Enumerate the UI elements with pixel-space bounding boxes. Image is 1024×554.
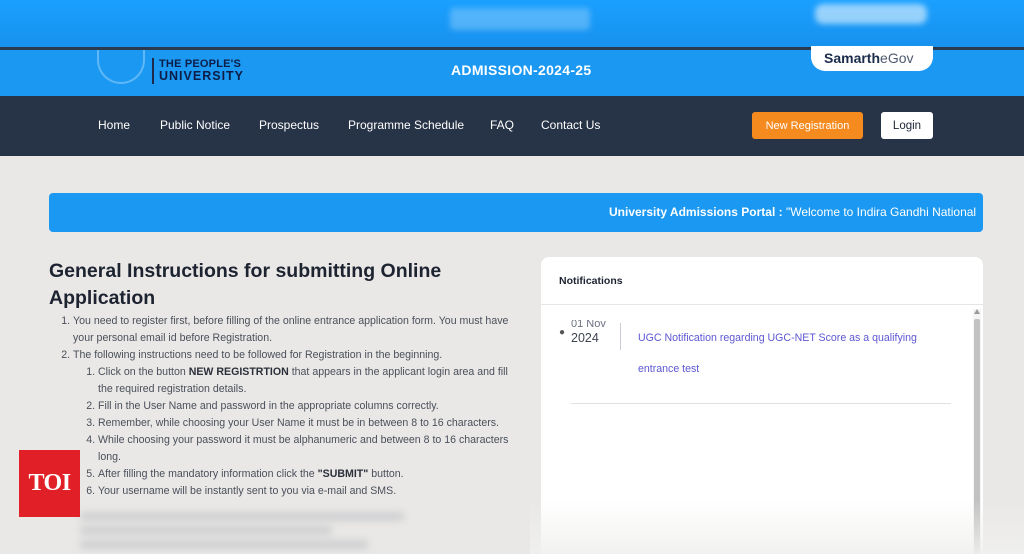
samarth-logo-text: SamartheGov (824, 50, 914, 66)
notifications-heading: Notifications (559, 275, 623, 287)
nav-item-contact-us[interactable]: Contact Us (541, 118, 600, 132)
logo-line2: UNIVERSITY (159, 69, 245, 83)
marquee-message: "Welcome to Indira Gandhi National (785, 205, 977, 219)
university-logo-text[interactable]: THE PEOPLE'S UNIVERSITY (159, 58, 244, 82)
nav-item-faq[interactable]: FAQ (490, 118, 514, 132)
nav-item-home[interactable]: Home (98, 118, 130, 132)
nav-item-programme-schedule[interactable]: Programme Schedule (348, 118, 464, 132)
notification-date-year: 2024 (571, 331, 599, 345)
samarth-suffix: eGov (880, 50, 914, 66)
instruction-subitem: Click on the button NEW REGISTRTION that… (98, 364, 520, 398)
samarth-brand: Samarth (824, 50, 881, 66)
toi-watermark-logo: TOI (19, 450, 80, 517)
subitem-text: Click on the button (98, 366, 189, 378)
scroll-up-arrow-icon[interactable] (974, 309, 980, 314)
notification-separator (571, 403, 951, 404)
notification-date-day: 01 Nov (571, 320, 606, 330)
instruction-subitem: Fill in the User Name and password in th… (98, 398, 520, 415)
instruction-item: The following instructions need to be fo… (73, 347, 520, 500)
admission-title: ADMISSION-2024-25 (451, 62, 592, 78)
notifications-divider (541, 304, 983, 305)
instruction-subitem: Your username will be instantly sent to … (98, 483, 520, 500)
instruction-item-text: The following instructions need to be fo… (73, 349, 443, 361)
samarth-egov-logo[interactable]: SamartheGov (811, 46, 933, 71)
main-navigation: Home Public Notice Prospectus Programme … (0, 96, 1024, 156)
blurred-content (80, 506, 440, 554)
login-button[interactable]: Login (881, 112, 933, 139)
instructions-list: You need to register first, before filli… (60, 313, 520, 500)
notification-date: 01 Nov 2024 (571, 320, 621, 346)
nav-item-public-notice[interactable]: Public Notice (160, 118, 230, 132)
subitem-text: button. (368, 468, 404, 480)
subitem-bold: NEW REGISTRTION (188, 366, 289, 378)
instruction-subitem: After filling the mandatory information … (98, 466, 520, 483)
instruction-subitem: While choosing your password it must be … (98, 432, 520, 466)
subitem-text: After filling the mandatory information … (98, 468, 318, 480)
bullet-icon: ● (559, 327, 566, 338)
blurred-element (450, 8, 590, 30)
instruction-item: You need to register first, before filli… (73, 313, 520, 347)
new-registration-button[interactable]: New Registration (752, 112, 863, 139)
bottom-fade-overlay (530, 500, 1024, 554)
instruction-subitem: Remember, while choosing your User Name … (98, 415, 520, 432)
marquee-prefix: University Admissions Portal : (609, 205, 783, 219)
instructions-title: General Instructions for submitting Onli… (49, 260, 442, 309)
notification-link[interactable]: UGC Notification regarding UGC-NET Score… (638, 323, 938, 385)
nav-item-prospectus[interactable]: Prospectus (259, 118, 319, 132)
marquee-text: University Admissions Portal : "Welcome … (609, 205, 976, 219)
announcement-marquee: University Admissions Portal : "Welcome … (49, 193, 983, 232)
logo-divider (152, 58, 154, 84)
notification-date-separator (620, 323, 621, 350)
top-banner-strip (0, 0, 1024, 50)
subitem-bold: "SUBMIT" (317, 468, 369, 480)
blurred-element (815, 4, 927, 24)
